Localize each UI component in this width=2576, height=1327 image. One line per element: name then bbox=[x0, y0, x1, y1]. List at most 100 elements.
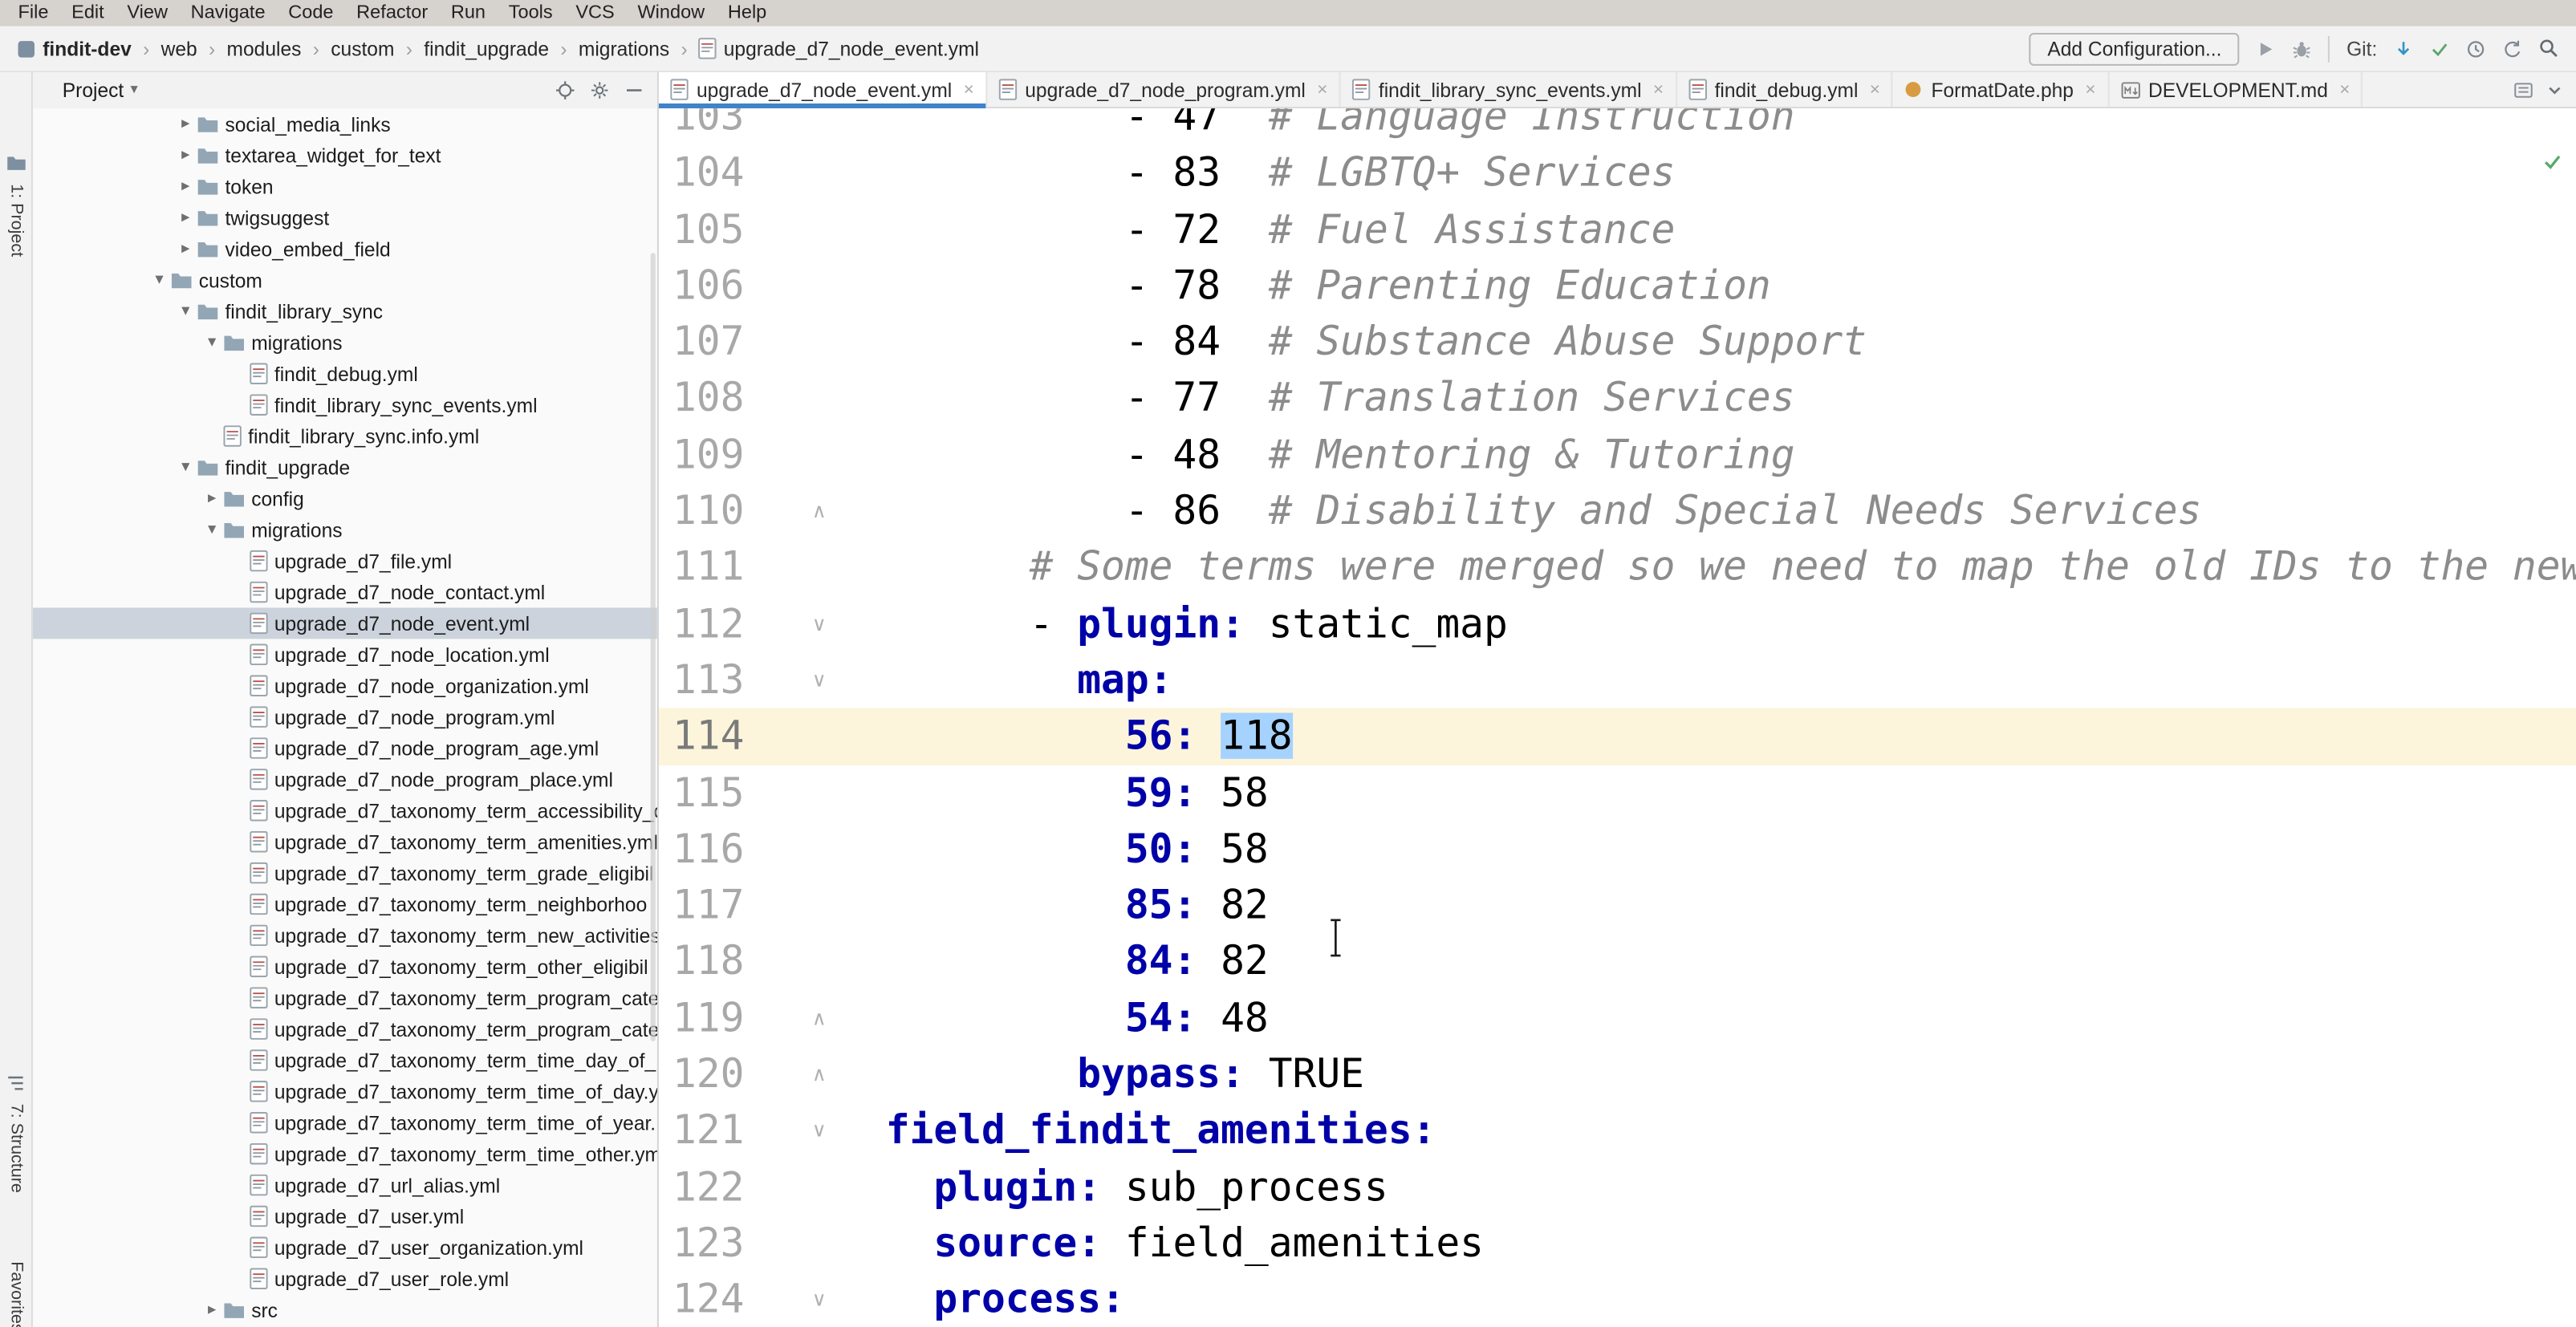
collapse-arrow-icon[interactable]: ▾ bbox=[174, 295, 197, 327]
collapse-arrow-icon[interactable]: ▾ bbox=[201, 327, 224, 358]
tree-item-upgrade_d7_taxonomy_term_accessibility_c[interactable]: upgrade_d7_taxonomy_term_accessibility_c bbox=[33, 795, 657, 826]
close-tab-icon[interactable]: × bbox=[1317, 79, 1327, 99]
menu-item-file[interactable]: File bbox=[6, 0, 60, 26]
history-clock-icon[interactable] bbox=[2466, 39, 2486, 59]
fold-up-icon[interactable]: ∧ bbox=[812, 483, 827, 539]
tree-item-video_embed_field[interactable]: ▸video_embed_field bbox=[33, 233, 657, 265]
close-tab-icon[interactable]: × bbox=[2339, 79, 2350, 99]
breadcrumb-item-modules[interactable]: modules bbox=[220, 35, 307, 62]
tree-item-token[interactable]: ▸token bbox=[33, 171, 657, 202]
tree-item-custom[interactable]: ▾custom bbox=[33, 265, 657, 296]
tree-item-upgrade_d7_file.yml[interactable]: upgrade_d7_file.yml bbox=[33, 546, 657, 577]
menu-item-run[interactable]: Run bbox=[439, 0, 497, 26]
menu-item-edit[interactable]: Edit bbox=[60, 0, 116, 26]
tab-upgrade_d7_node_event.yml[interactable]: upgrade_d7_node_event.yml× bbox=[659, 72, 987, 107]
tree-item-upgrade_d7_taxonomy_term_time_of_day.y[interactable]: upgrade_d7_taxonomy_term_time_of_day.y bbox=[33, 1076, 657, 1107]
close-tab-icon[interactable]: × bbox=[1870, 79, 1880, 99]
breadcrumb-item-web[interactable]: web bbox=[154, 35, 203, 62]
project-panel-title[interactable]: Project bbox=[63, 79, 124, 102]
tree-item-upgrade_d7_taxonomy_term_program_cate[interactable]: upgrade_d7_taxonomy_term_program_cate bbox=[33, 1013, 657, 1045]
fold-down-icon[interactable]: ∨ bbox=[812, 1102, 827, 1159]
tree-item-upgrade_d7_node_event.yml[interactable]: upgrade_d7_node_event.yml bbox=[33, 607, 657, 639]
breadcrumb-item-findit-dev[interactable]: findit-dev bbox=[36, 35, 138, 62]
fold-down-icon[interactable]: ∨ bbox=[812, 595, 827, 651]
fold-down-icon[interactable]: ∨ bbox=[812, 1272, 827, 1327]
expand-arrow-icon[interactable]: ▸ bbox=[174, 171, 197, 202]
menu-item-refactor[interactable]: Refactor bbox=[345, 0, 440, 26]
close-tab-icon[interactable]: × bbox=[964, 79, 974, 99]
tree-item-upgrade_d7_user_role.yml[interactable]: upgrade_d7_user_role.yml bbox=[33, 1263, 657, 1294]
tool-button-favorites[interactable]: Favorites bbox=[6, 1261, 26, 1327]
git-commit-check-icon[interactable] bbox=[2430, 39, 2450, 59]
project-tool-icon[interactable] bbox=[6, 154, 26, 170]
menu-item-help[interactable]: Help bbox=[717, 0, 778, 26]
tree-item-upgrade_d7_taxonomy_term_time_of_year.[interactable]: upgrade_d7_taxonomy_term_time_of_year. bbox=[33, 1107, 657, 1138]
tree-item-findit_upgrade[interactable]: ▾findit_upgrade bbox=[33, 452, 657, 483]
tree-item-upgrade_d7_taxonomy_term_new_activities[interactable]: upgrade_d7_taxonomy_term_new_activities bbox=[33, 919, 657, 951]
chevron-down-icon[interactable]: ▾ bbox=[130, 82, 137, 98]
tab-list-icon[interactable] bbox=[2513, 79, 2533, 99]
inspections-ok-icon[interactable] bbox=[2541, 151, 2563, 172]
tree-item-upgrade_d7_taxonomy_term_amenities.yml[interactable]: upgrade_d7_taxonomy_term_amenities.yml bbox=[33, 826, 657, 858]
tree-item-social_media_links[interactable]: ▸social_media_links bbox=[33, 108, 657, 140]
breadcrumb-item-findit_upgrade[interactable]: findit_upgrade bbox=[417, 35, 555, 62]
rollback-icon[interactable] bbox=[2502, 39, 2522, 59]
tree-item-upgrade_d7_node_program_age.yml[interactable]: upgrade_d7_node_program_age.yml bbox=[33, 732, 657, 764]
tree-item-upgrade_d7_taxonomy_term_time_day_of_[interactable]: upgrade_d7_taxonomy_term_time_day_of_ bbox=[33, 1045, 657, 1076]
tree-item-findit_library_sync.info.yml[interactable]: findit_library_sync.info.yml bbox=[33, 420, 657, 452]
menu-item-window[interactable]: Window bbox=[626, 0, 716, 26]
hide-panel-icon[interactable] bbox=[624, 80, 644, 100]
breadcrumb-item-upgrade_d7_node_event.yml[interactable]: upgrade_d7_node_event.yml bbox=[693, 35, 985, 62]
tree-item-upgrade_d7_user.yml[interactable]: upgrade_d7_user.yml bbox=[33, 1201, 657, 1232]
tab-upgrade_d7_node_program.yml[interactable]: upgrade_d7_node_program.yml× bbox=[987, 72, 1341, 107]
chevron-down-icon[interactable] bbox=[2546, 81, 2562, 97]
search-icon[interactable] bbox=[2538, 38, 2560, 59]
breadcrumb-item-custom[interactable]: custom bbox=[324, 35, 401, 62]
fold-up-icon[interactable]: ∧ bbox=[812, 1046, 827, 1102]
add-configuration-button[interactable]: Add Configuration... bbox=[2030, 32, 2240, 65]
expand-arrow-icon[interactable]: ▸ bbox=[174, 202, 197, 233]
gear-icon[interactable] bbox=[590, 80, 610, 100]
menu-item-code[interactable]: Code bbox=[277, 0, 345, 26]
tree-item-upgrade_d7_node_contact.yml[interactable]: upgrade_d7_node_contact.yml bbox=[33, 577, 657, 608]
tree-item-migrations[interactable]: ▾migrations bbox=[33, 514, 657, 546]
tree-item-findit_library_sync_events.yml[interactable]: findit_library_sync_events.yml bbox=[33, 389, 657, 420]
project-tree-scrollbar[interactable] bbox=[651, 253, 656, 1041]
tree-item-upgrade_d7_node_location.yml[interactable]: upgrade_d7_node_location.yml bbox=[33, 639, 657, 670]
menu-item-navigate[interactable]: Navigate bbox=[179, 0, 277, 26]
expand-arrow-icon[interactable]: ▸ bbox=[174, 233, 197, 265]
tree-item-upgrade_d7_taxonomy_term_program_cate[interactable]: upgrade_d7_taxonomy_term_program_cate bbox=[33, 982, 657, 1013]
tree-item-upgrade_d7_url_alias.yml[interactable]: upgrade_d7_url_alias.yml bbox=[33, 1170, 657, 1201]
debug-bug-icon[interactable] bbox=[2293, 39, 2313, 59]
tree-item-upgrade_d7_node_organization.yml[interactable]: upgrade_d7_node_organization.yml bbox=[33, 670, 657, 701]
tab-DEVELOPMENT.md[interactable]: DEVELOPMENT.md× bbox=[2109, 72, 2363, 107]
expand-arrow-icon[interactable]: ▸ bbox=[201, 1294, 224, 1325]
tab-findit_library_sync_events.yml[interactable]: findit_library_sync_events.yml× bbox=[1341, 72, 1677, 107]
fold-down-icon[interactable]: ∨ bbox=[812, 652, 827, 708]
tab-FormatDate.php[interactable]: FormatDate.php× bbox=[1893, 72, 2109, 107]
structure-tool-icon[interactable] bbox=[6, 1074, 25, 1093]
close-tab-icon[interactable]: × bbox=[2085, 79, 2095, 99]
code-editor[interactable]: 103 - 47 # Language Instruction104 - 83 … bbox=[659, 108, 2576, 1327]
locate-file-target-icon[interactable] bbox=[555, 80, 575, 100]
tree-item-upgrade_d7_taxonomy_term_neighborhoo[interactable]: upgrade_d7_taxonomy_term_neighborhoo bbox=[33, 889, 657, 920]
tree-item-upgrade_d7_node_program_place.yml[interactable]: upgrade_d7_node_program_place.yml bbox=[33, 764, 657, 795]
fold-up-icon[interactable]: ∧ bbox=[812, 990, 827, 1046]
tree-item-upgrade_d7_node_program.yml[interactable]: upgrade_d7_node_program.yml bbox=[33, 701, 657, 732]
tree-item-config[interactable]: ▸config bbox=[33, 483, 657, 514]
close-tab-icon[interactable]: × bbox=[1653, 79, 1664, 99]
menu-item-vcs[interactable]: VCS bbox=[564, 0, 626, 26]
git-update-icon[interactable] bbox=[2394, 39, 2414, 59]
expand-arrow-icon[interactable]: ▸ bbox=[174, 140, 197, 171]
tool-button-project[interactable]: 1: Project bbox=[6, 184, 26, 257]
tree-item-upgrade_d7_taxonomy_term_grade_eligibil[interactable]: upgrade_d7_taxonomy_term_grade_eligibil bbox=[33, 858, 657, 889]
menu-item-view[interactable]: View bbox=[116, 0, 179, 26]
tool-button-structure[interactable]: 7: Structure bbox=[6, 1104, 26, 1193]
tab-findit_debug.yml[interactable]: findit_debug.yml× bbox=[1676, 72, 1893, 107]
expand-arrow-icon[interactable]: ▸ bbox=[201, 483, 224, 514]
tree-item-src[interactable]: ▸src bbox=[33, 1294, 657, 1325]
tree-item-findit_library_sync[interactable]: ▾findit_library_sync bbox=[33, 295, 657, 327]
tree-item-upgrade_d7_user_organization.yml[interactable]: upgrade_d7_user_organization.yml bbox=[33, 1232, 657, 1263]
collapse-arrow-icon[interactable]: ▾ bbox=[148, 265, 171, 296]
breadcrumb-item-migrations[interactable]: migrations bbox=[572, 35, 677, 62]
